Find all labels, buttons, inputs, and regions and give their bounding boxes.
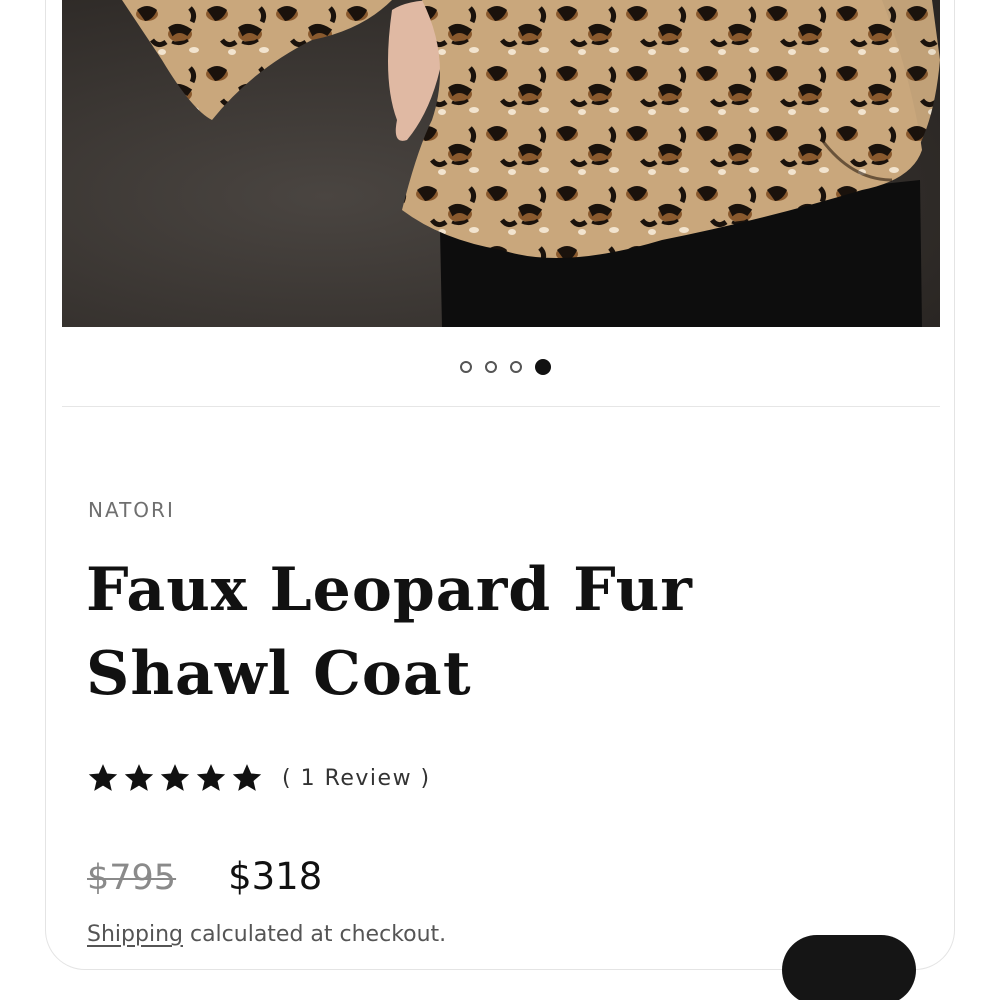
price-block: $795 $318 — [87, 855, 322, 898]
floating-action-button[interactable] — [782, 935, 916, 1000]
star-icon — [194, 761, 228, 795]
carousel-dot-1[interactable] — [459, 361, 472, 373]
carousel-dot-3[interactable] — [509, 361, 522, 373]
shipping-link[interactable]: Shipping — [87, 922, 183, 947]
carousel-pagination — [0, 357, 1000, 377]
product-photo — [62, 0, 940, 327]
product-rating[interactable]: ( 1 Review ) — [86, 760, 431, 796]
star-icon — [158, 761, 192, 795]
star-icon — [86, 761, 120, 795]
shipping-text: calculated at checkout. — [182, 922, 447, 947]
carousel-dot-4-active[interactable] — [534, 359, 551, 375]
sale-price: $318 — [228, 855, 323, 898]
product-title: Faux Leopard Fur Shawl Coat — [86, 555, 693, 709]
brand-name[interactable]: NATORI — [88, 498, 175, 522]
star-icon — [230, 761, 264, 795]
shipping-note: Shipping calculated at checkout. — [87, 922, 446, 947]
rating-stars — [86, 761, 264, 795]
star-icon — [122, 761, 156, 795]
compare-at-price: $795 — [87, 858, 177, 898]
product-image[interactable] — [62, 0, 940, 327]
divider — [62, 406, 940, 407]
review-count-link[interactable]: ( 1 Review ) — [282, 766, 431, 791]
carousel-dot-2[interactable] — [484, 361, 497, 373]
